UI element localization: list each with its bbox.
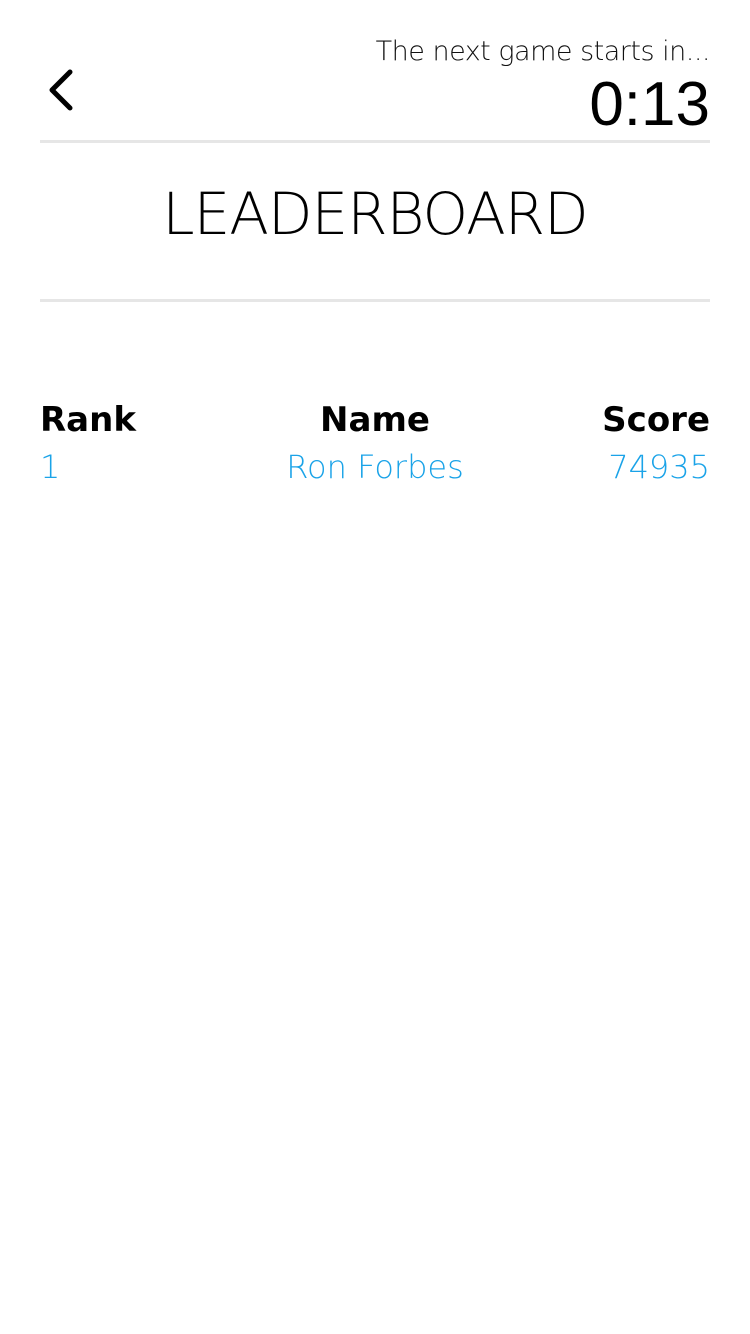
title-divider bbox=[40, 299, 710, 302]
next-game-label: The next game starts in... bbox=[375, 36, 711, 67]
header-divider bbox=[40, 140, 710, 143]
back-button[interactable] bbox=[36, 62, 86, 122]
column-header-score: Score bbox=[602, 400, 710, 440]
chevron-left-icon bbox=[46, 68, 76, 116]
score-cell: 74935 bbox=[608, 448, 710, 486]
page-title: LEADERBOARD bbox=[162, 180, 588, 248]
countdown-timer: 0:13 bbox=[589, 70, 710, 139]
